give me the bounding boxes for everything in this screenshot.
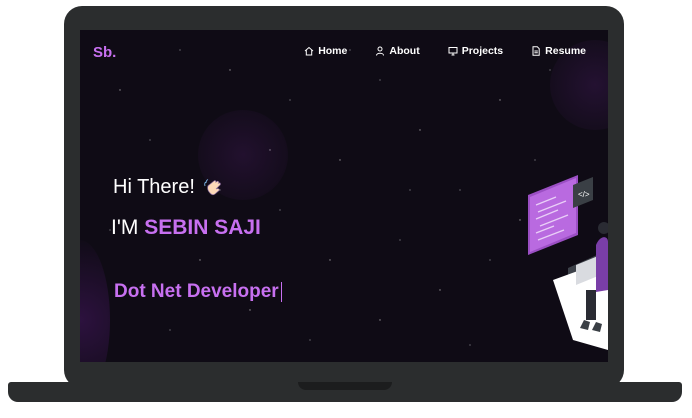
user-icon: [376, 46, 385, 56]
hero-intro: I'M SEBIN SAJI: [111, 216, 261, 240]
code-tag-label: </>: [578, 190, 590, 199]
nav-projects-label: Projects: [461, 45, 504, 57]
hero-greeting: Hi There!: [113, 176, 225, 199]
waving-hand-icon: [204, 178, 221, 195]
developer-name: SEBIN SAJI: [144, 216, 261, 239]
intro-prefix: I'M: [111, 216, 139, 239]
nav-home-label: Home: [318, 45, 348, 57]
nav-home[interactable]: Home: [304, 45, 347, 57]
monitor-icon: [448, 47, 458, 56]
developer-illustration: </>: [528, 175, 608, 350]
hero-role: Dot Net Developer: [114, 281, 282, 303]
nav-projects[interactable]: Projects: [448, 45, 503, 57]
brand-logo[interactable]: Sb.: [93, 44, 116, 61]
nav-resume[interactable]: Resume: [531, 45, 586, 57]
home-icon: [304, 46, 314, 56]
role-text: Dot Net Developer: [114, 281, 279, 302]
nav-about-label: About: [389, 45, 420, 57]
nav-resume-label: Resume: [545, 45, 586, 57]
laptop-base-notch: [298, 382, 392, 390]
portfolio-screen: Sb. Home About Projects Resume Hi There!…: [80, 30, 608, 362]
greeting-text: Hi There!: [113, 176, 195, 198]
nav-about[interactable]: About: [375, 45, 420, 57]
document-icon: [532, 46, 540, 56]
main-navigation: Home About Projects Resume: [304, 45, 586, 57]
typing-cursor: [280, 281, 282, 302]
